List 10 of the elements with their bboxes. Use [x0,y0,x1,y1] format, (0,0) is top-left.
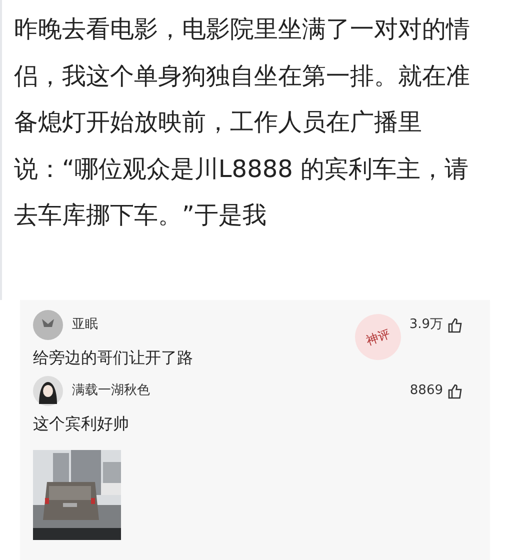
comment-text: 这个宾利好帅 [33,413,130,435]
like-count: 8869 [410,382,443,400]
avatar[interactable] [33,376,63,406]
post-text: 昨晚去看电影，电影院里坐满了一对对的情 侣，我这个单身狗独自坐在第一排。就在准 备熄灯开始放映前，工作人员在广播里 说：“哪位观众是川L8888 的宾利车主，请 去车库挪下车。”于是我 [14,14,470,231]
comment-text: 给旁边的哥们让开了路 [33,347,194,369]
user-name[interactable]: 亚眠 [72,315,98,335]
user-name[interactable]: 满载一湖秋色 [72,381,150,401]
thumbs-up-icon[interactable] [447,317,463,333]
like-count: 3.9万 [409,316,443,334]
thumbs-up-icon[interactable] [447,383,463,399]
